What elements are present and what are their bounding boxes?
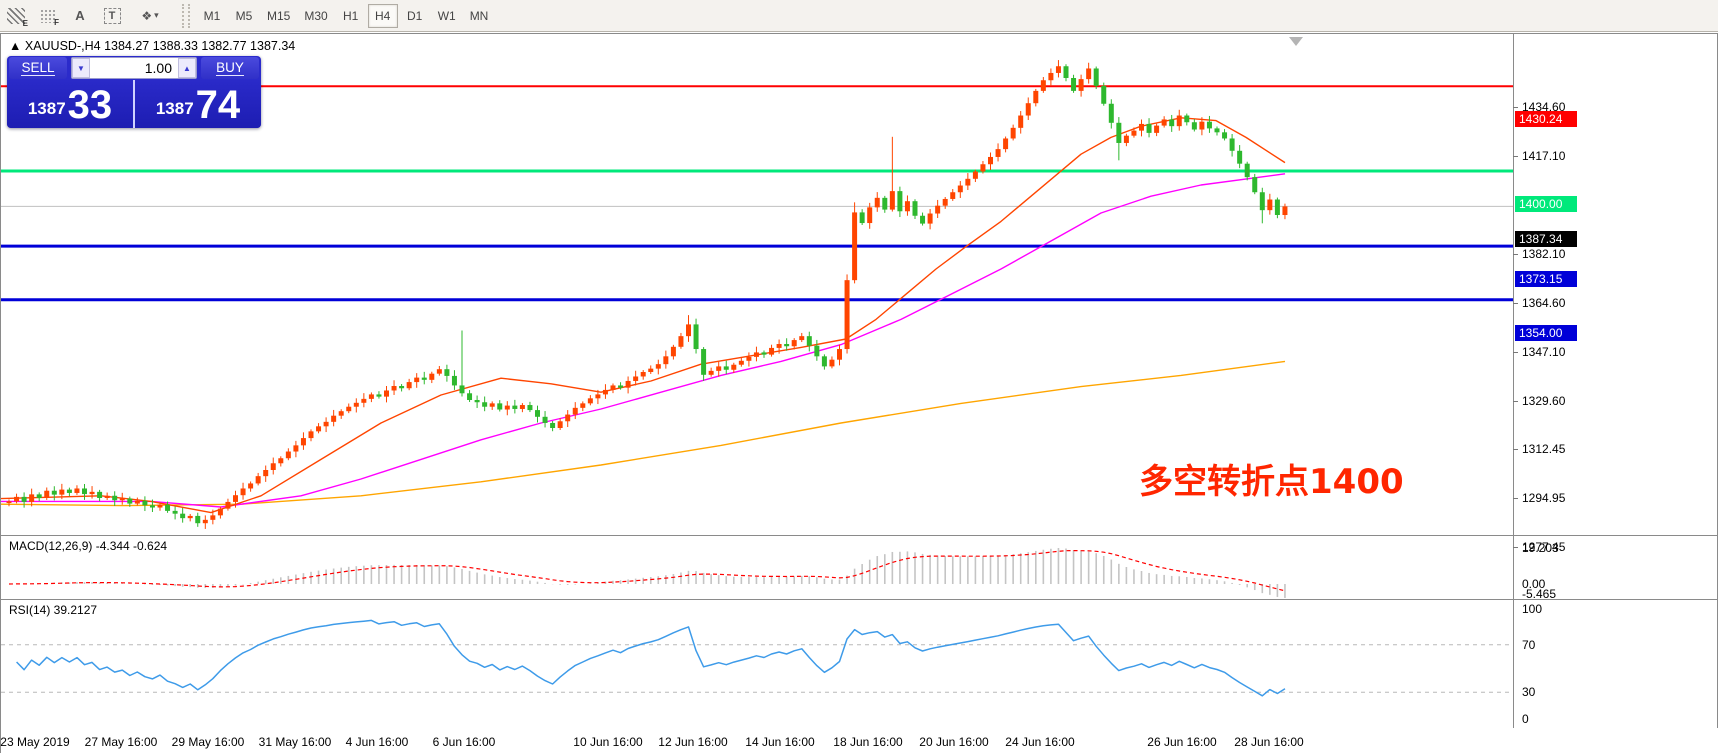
buy-price-display: 1387 74 <box>135 80 261 128</box>
chart-text-annotation: 多空转折点1400 <box>1139 462 1404 502</box>
arrows-tool-icon[interactable]: ❖ ▾ <box>129 3 171 29</box>
time-axis-label: 20 Jun 16:00 <box>919 735 989 749</box>
rsi-axis-label: 30 <box>1522 685 1536 700</box>
rsi-axis-label: 0 <box>1522 712 1529 726</box>
price-level-badge: 1354.00 <box>1515 324 1577 341</box>
fibonacci-tool-icon[interactable]: F <box>33 3 63 29</box>
time-axis-label: 12 Jun 16:00 <box>658 735 728 749</box>
time-axis-label: 28 Jun 16:00 <box>1234 735 1304 749</box>
toolbar-grip[interactable] <box>182 3 190 28</box>
price-level-badge: 1430.24 <box>1515 111 1577 128</box>
ma-fast-line <box>1 117 1286 514</box>
timeframe-button-M1[interactable]: M1 <box>197 4 227 28</box>
price-axis-label: 1364.60 <box>1522 296 1566 311</box>
time-axis-label: 6 Jun 16:00 <box>432 735 496 749</box>
timeframe-button-W1[interactable]: W1 <box>432 4 462 28</box>
price-axis-tick <box>1513 401 1518 403</box>
channel-tool-icon[interactable]: E <box>1 3 31 29</box>
timeframe-button-H1[interactable]: H1 <box>336 4 366 28</box>
chart-window: ▲ XAUUSD-,H4 1384.27 1388.33 1382.77 138… <box>0 33 1718 753</box>
one-click-trading-panel: SELL ▼ 1.00 ▲ BUY 1387 33 1387 74 <box>7 56 261 128</box>
price-axis-tick <box>1513 352 1518 354</box>
chart-shift-marker-icon[interactable] <box>1289 37 1303 46</box>
timeframe-button-MN[interactable]: MN <box>464 4 495 28</box>
price-axis-tick <box>1513 547 1518 549</box>
candles <box>6 60 1288 529</box>
price-axis-label: 1417.10 <box>1522 149 1566 164</box>
timeframe-button-M5[interactable]: M5 <box>229 4 259 28</box>
price-axis-border <box>1513 34 1514 728</box>
time-axis[interactable]: 23 May 2019 27 May 16:00 29 May 16:00 31 Ma… <box>0 728 1718 753</box>
rsi-line <box>16 619 1286 697</box>
mt4-application: E F A T ❖ ▾ M1 M5 M15 M30 H1 H4 D1 W1 MN ▲ XAUUSD… <box>0 0 1718 753</box>
textbox-tool-icon[interactable]: T <box>97 3 127 29</box>
timeframe-button-H4[interactable]: H4 <box>367 3 398 28</box>
time-axis-label: 31 May 16:00 <box>258 735 332 749</box>
volume-value[interactable]: 1.00 <box>90 60 178 76</box>
toolbar: E F A T ❖ ▾ M1 M5 M15 M30 H1 H4 D1 W1 MN <box>0 0 1718 32</box>
time-axis-label: 18 Jun 16:00 <box>833 735 903 749</box>
macd-signal-line <box>8 549 1286 592</box>
price-axis-tick <box>1513 254 1518 256</box>
time-axis-label: 29 May 16:00 <box>171 735 245 749</box>
macd-axis-label: -5.465 <box>1522 587 1557 602</box>
sell-price-display: 1387 33 <box>7 80 135 128</box>
price-axis-tick <box>1513 303 1518 305</box>
rsi-label: RSI(14) 39.2127 <box>9 603 98 617</box>
timeframe-button-M30[interactable]: M30 <box>298 4 333 28</box>
price-level-badge: 1387.34 <box>1515 231 1577 248</box>
timeframe-button-D1[interactable]: D1 <box>400 4 430 28</box>
rsi-pane-canvas[interactable] <box>1 601 1513 728</box>
time-axis-label: 23 May 2019 <box>0 735 70 749</box>
chevron-down-icon[interactable]: ▾ <box>154 10 159 21</box>
price-axis-label: 1294.95 <box>1522 491 1566 506</box>
moving-averages <box>1 117 1286 514</box>
time-axis-label: 4 Jun 16:00 <box>345 735 409 749</box>
macd-histogram <box>15 548 1286 598</box>
text-tool-icon[interactable]: A <box>65 3 95 29</box>
sell-button[interactable]: SELL <box>9 57 67 79</box>
macd-axis-label: 19.203 <box>1522 540 1559 555</box>
rsi-axis-label: 100 <box>1522 602 1543 616</box>
price-axis-tick <box>1513 107 1518 109</box>
timeframe-button-M15[interactable]: M15 <box>261 4 296 28</box>
volume-increase-button[interactable]: ▲ <box>178 58 196 78</box>
time-axis-label: 24 Jun 16:00 <box>1005 735 1075 749</box>
rsi-axis-label: 70 <box>1522 637 1536 652</box>
pane-splitter[interactable] <box>1 535 1718 536</box>
buy-button[interactable]: BUY <box>201 57 259 79</box>
pane-splitter[interactable] <box>1 599 1718 600</box>
price-axis-label: 1312.45 <box>1522 442 1566 457</box>
volume-field[interactable]: ▼ 1.00 ▲ <box>71 57 197 79</box>
macd-pane-canvas[interactable] <box>1 537 1513 599</box>
price-axis-label: 1347.10 <box>1522 345 1566 360</box>
price-axis-tick <box>1513 498 1518 500</box>
ma-mid-line <box>1 173 1286 508</box>
time-axis-label: 26 Jun 16:00 <box>1147 735 1217 749</box>
price-axis-label: 1382.10 <box>1522 247 1566 262</box>
timeframe-bar: M1 M5 M15 M30 H1 H4 D1 W1 MN <box>196 3 495 28</box>
time-axis-label: 10 Jun 16:00 <box>573 735 643 749</box>
price-axis-tick <box>1513 449 1518 451</box>
price-axis-tick <box>1513 156 1518 158</box>
macd-label: MACD(12,26,9) -4.344 -0.624 <box>9 539 168 553</box>
price-level-badge: 1373.15 <box>1515 271 1577 288</box>
price-level-badge: 1400.00 <box>1515 195 1577 212</box>
time-axis-label: 27 May 16:00 <box>84 735 158 749</box>
volume-decrease-button[interactable]: ▼ <box>72 58 90 78</box>
price-axis-label: 1329.60 <box>1522 394 1566 409</box>
time-axis-label: 14 Jun 16:00 <box>745 735 815 749</box>
